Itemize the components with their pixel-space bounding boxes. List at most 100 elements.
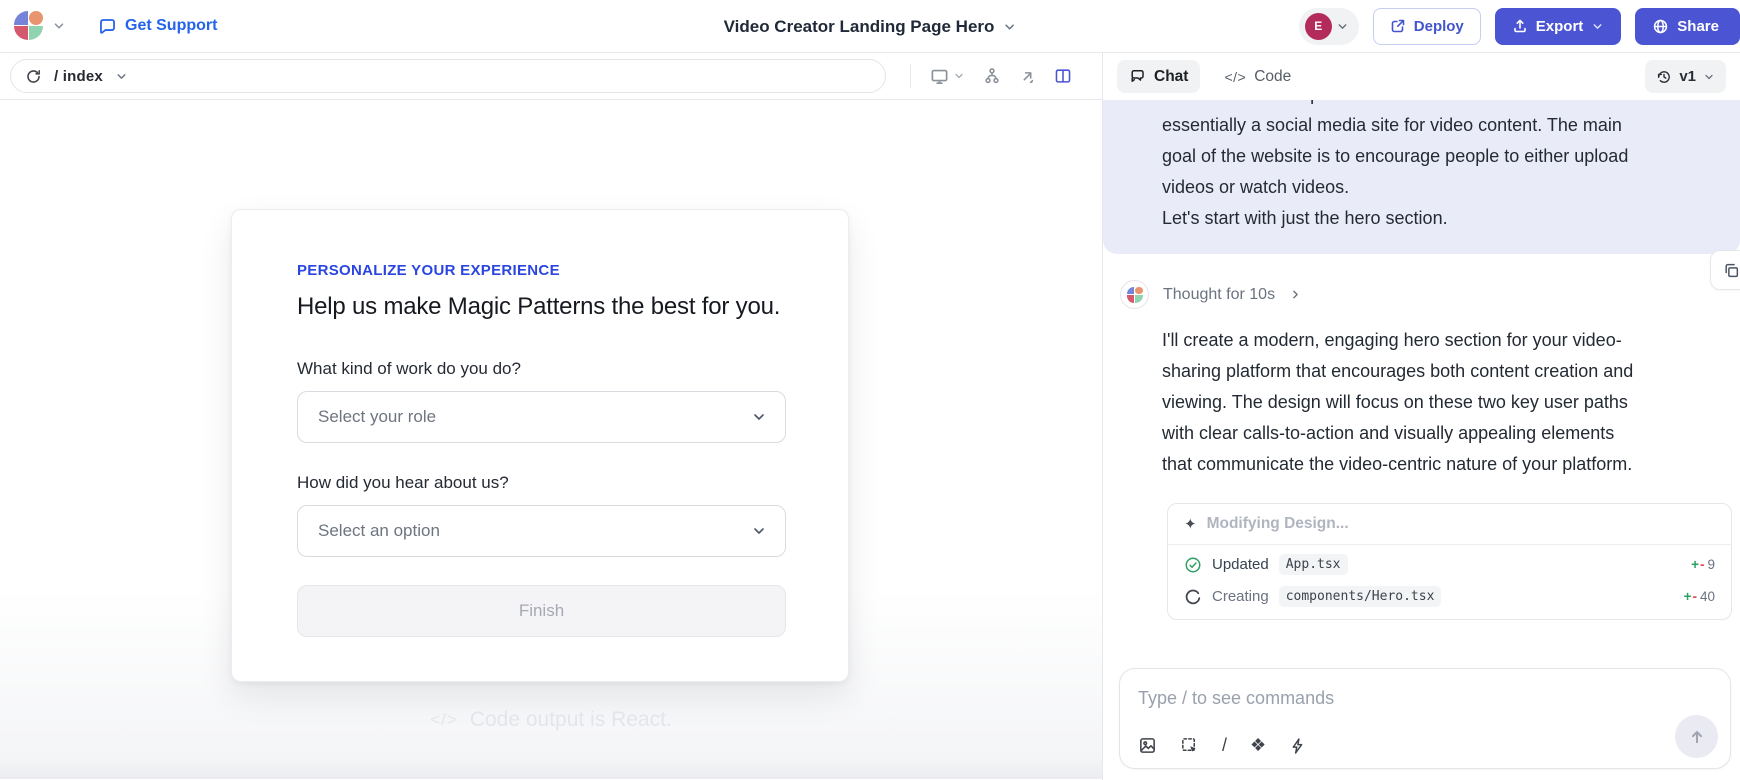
components-diamond-icon[interactable]: ❖	[1250, 735, 1266, 756]
refresh-icon[interactable]	[25, 68, 42, 85]
select-element-icon[interactable]	[1180, 736, 1199, 755]
split-view-icon[interactable]	[1054, 67, 1072, 85]
magic-patterns-app: Get Support Video Creator Landing Page H…	[0, 0, 1740, 780]
thought-row: Thought for 10s	[1103, 254, 1740, 309]
code-brackets-icon: </>	[430, 710, 458, 730]
diff-stats: + - 9	[1691, 557, 1715, 572]
project-title-chevron-icon	[1002, 20, 1016, 34]
diff-plus: +	[1684, 589, 1692, 604]
support-chat-bubble-icon	[98, 17, 117, 36]
finish-button[interactable]: Finish	[297, 585, 786, 637]
copy-message-button[interactable]	[1710, 250, 1740, 290]
route-path: / index	[54, 68, 103, 85]
diff-count: 40	[1700, 589, 1715, 604]
open-in-new-tab-icon[interactable]	[1019, 68, 1036, 85]
chat-messages[interactable]: that lets creators upload and share thei…	[1103, 100, 1740, 668]
input-actions: / ❖	[1138, 735, 1307, 756]
spinner-icon	[1184, 588, 1202, 606]
history-icon	[1656, 69, 1672, 85]
avatar: E	[1305, 13, 1332, 40]
task-row[interactable]: Updated App.tsx + - 9	[1168, 545, 1731, 584]
role-question-label: What kind of work do you do?	[297, 359, 784, 379]
share-label: Share	[1677, 18, 1719, 35]
slash-command-icon[interactable]: /	[1222, 735, 1227, 756]
device-chevron-down-icon	[953, 70, 965, 82]
export-label: Export	[1536, 18, 1584, 35]
task-action: Creating	[1212, 588, 1269, 605]
get-support-button[interactable]: Get Support	[98, 17, 217, 36]
diff-minus: -	[1700, 557, 1705, 572]
referral-select[interactable]: Select an option	[297, 505, 786, 557]
external-link-icon	[1390, 18, 1406, 34]
export-chevron-down-icon	[1591, 20, 1604, 33]
project-title-group[interactable]: Video Creator Landing Page Hero	[724, 0, 1017, 53]
toolbar-divider	[910, 64, 911, 88]
send-message-button[interactable]	[1675, 715, 1718, 758]
user-message: that lets creators upload and share thei…	[1103, 100, 1740, 254]
tab-chat-label: Chat	[1154, 68, 1188, 86]
main-area: / index	[0, 53, 1740, 780]
export-button[interactable]: Export	[1495, 8, 1622, 45]
account-menu-button[interactable]: E	[1299, 8, 1359, 45]
attach-image-icon[interactable]	[1138, 736, 1157, 755]
task-progress-card: ✦ Modifying Design... Updated App.tsx + …	[1167, 503, 1732, 620]
diff-stats: + - 40	[1684, 589, 1715, 604]
tab-code-label: Code	[1254, 68, 1291, 86]
component-tree-icon[interactable]	[983, 67, 1001, 85]
tab-chat[interactable]: Chat	[1117, 60, 1200, 93]
referral-select-placeholder: Select an option	[318, 521, 440, 541]
file-chip: App.tsx	[1279, 554, 1348, 575]
task-action: Updated	[1212, 556, 1269, 573]
task-card-header: ✦ Modifying Design...	[1168, 504, 1731, 545]
diff-plus: +	[1691, 557, 1699, 572]
chat-input-container[interactable]: / ❖	[1119, 668, 1731, 769]
diff-minus: -	[1692, 589, 1697, 604]
globe-icon	[1652, 18, 1669, 35]
get-support-label: Get Support	[125, 17, 217, 35]
account-chevron-down-icon	[1336, 20, 1349, 33]
device-size-control[interactable]	[930, 67, 965, 86]
role-select-placeholder: Select your role	[318, 407, 436, 427]
top-bar-actions: E Deploy Export	[1299, 8, 1726, 45]
tab-code[interactable]: </> Code	[1212, 60, 1303, 93]
code-output-text: Code output is React.	[470, 708, 672, 732]
thought-expand-chevron-icon[interactable]	[1289, 288, 1302, 301]
code-brackets-icon: </>	[1224, 69, 1246, 85]
chat-toolbar: Chat </> Code v1	[1103, 53, 1740, 100]
user-message-text: essentially a social media site for vide…	[1162, 110, 1712, 234]
magic-patterns-logo	[1127, 287, 1143, 303]
task-row[interactable]: Creating components/Hero.tsx + - 40	[1168, 584, 1731, 619]
role-select[interactable]: Select your role	[297, 391, 786, 443]
referral-select-chevron-icon	[751, 523, 767, 539]
chat-panel: Chat </> Code v1 that	[1102, 53, 1740, 780]
version-chevron-down-icon	[1703, 71, 1715, 83]
check-circle-icon	[1184, 556, 1202, 574]
preview-toolbar: / index	[0, 53, 1102, 100]
preview-canvas: PERSONALIZE YOUR EXPERIENCE Help us make…	[0, 100, 1102, 779]
url-bar[interactable]: / index	[10, 59, 886, 93]
chat-bubbles-icon	[1129, 68, 1146, 85]
share-button[interactable]: Share	[1635, 8, 1740, 45]
monitor-icon	[930, 67, 949, 86]
lightning-icon[interactable]	[1289, 737, 1307, 755]
magic-patterns-logo[interactable]	[14, 11, 44, 41]
preview-controls	[900, 64, 1081, 88]
role-select-chevron-icon	[751, 409, 767, 425]
file-chip: components/Hero.tsx	[1279, 586, 1442, 607]
version-label: v1	[1679, 68, 1696, 85]
thought-duration[interactable]: Thought for 10s	[1163, 286, 1275, 304]
deploy-label: Deploy	[1414, 18, 1464, 35]
modal-eyebrow: PERSONALIZE YOUR EXPERIENCE	[297, 262, 784, 279]
preview-panel: / index	[0, 53, 1102, 780]
top-bar: Get Support Video Creator Landing Page H…	[0, 0, 1740, 53]
route-chevron-down-icon[interactable]	[115, 70, 128, 83]
version-selector[interactable]: v1	[1645, 60, 1726, 93]
chat-input-area: / ❖	[1103, 668, 1740, 780]
deploy-button[interactable]: Deploy	[1373, 8, 1481, 45]
code-output-note: </> Code output is React.	[0, 708, 1102, 732]
chat-input[interactable]	[1138, 683, 1660, 713]
assistant-message-text: I'll create a modern, engaging hero sect…	[1103, 309, 1740, 480]
onboarding-modal: PERSONALIZE YOUR EXPERIENCE Help us make…	[231, 209, 849, 682]
sparkle-icon: ✦	[1184, 515, 1197, 533]
workspace-chevron-down-icon[interactable]	[52, 19, 66, 33]
